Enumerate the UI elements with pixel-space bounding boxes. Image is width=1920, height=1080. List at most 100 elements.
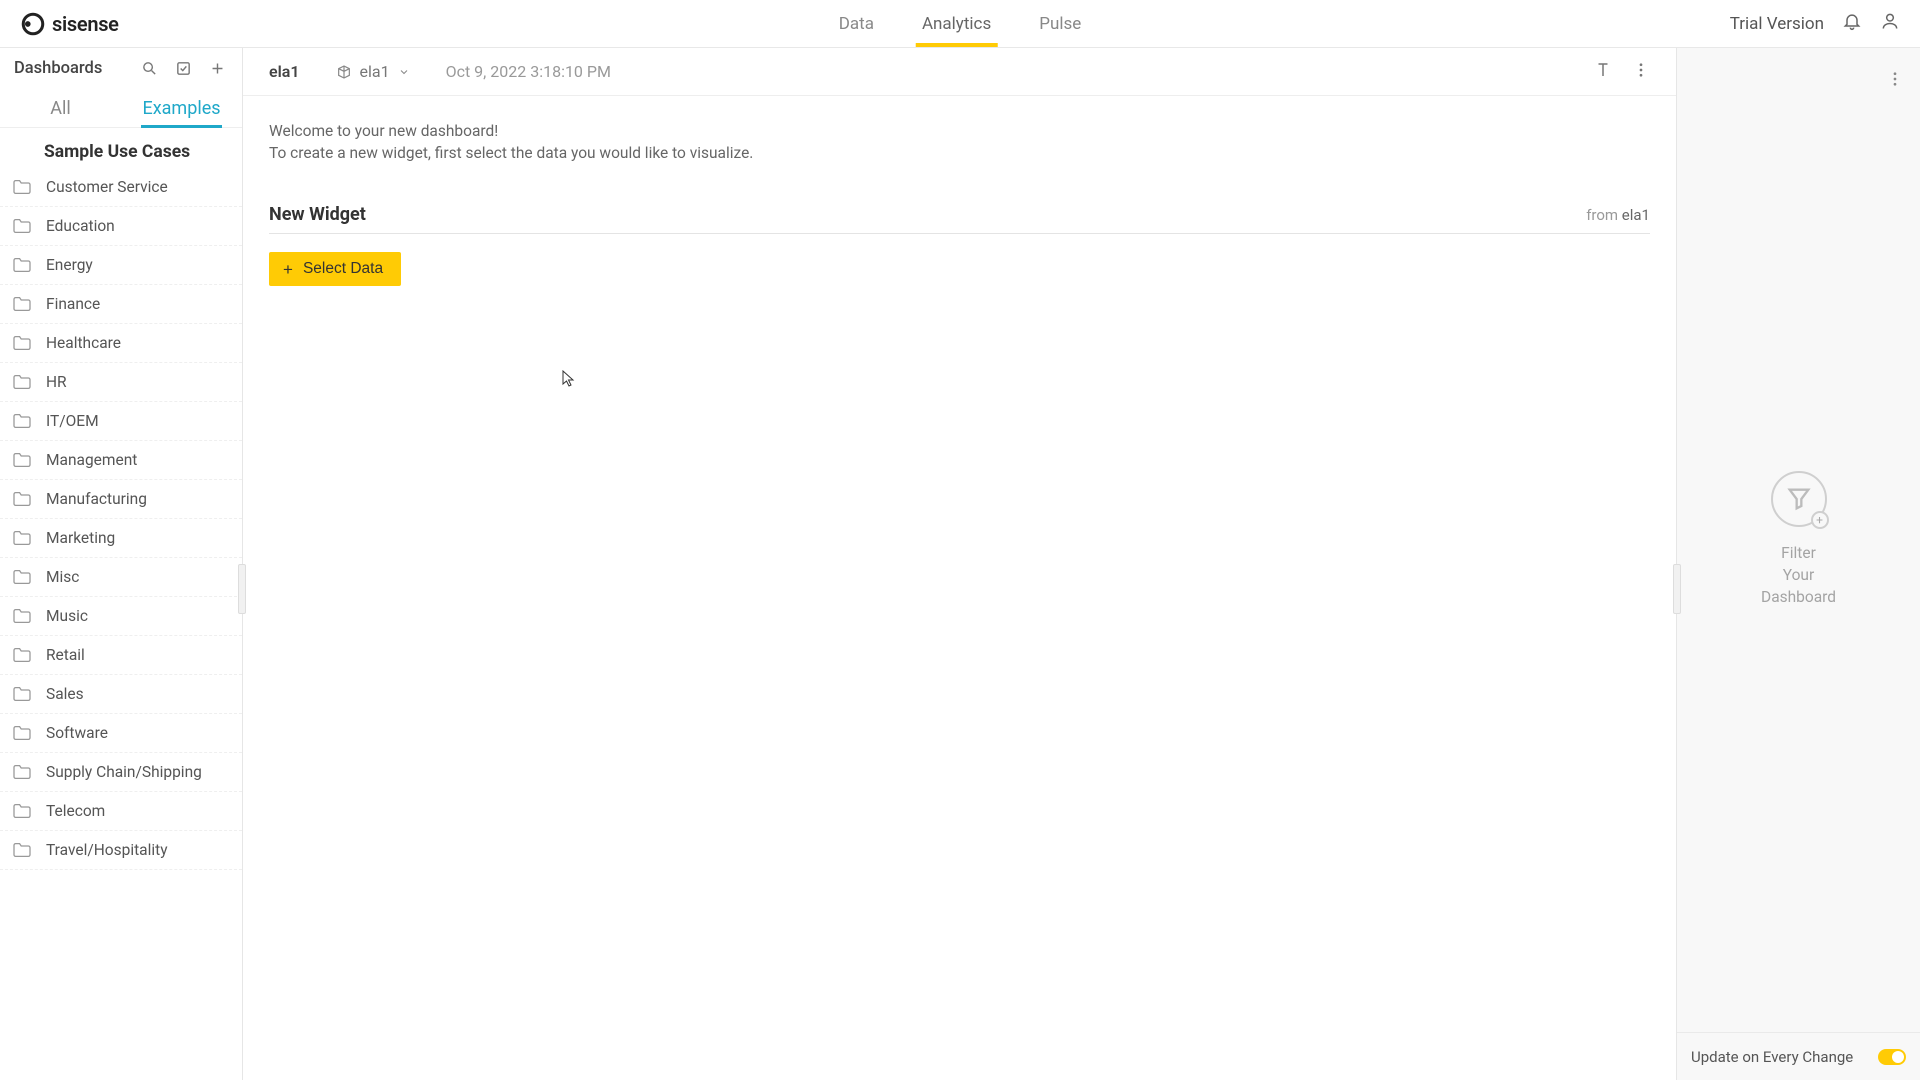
folder-item[interactable]: Manufacturing [0, 480, 242, 519]
add-filter-badge-icon: + [1811, 511, 1829, 529]
sidebar-tabs: All Examples [0, 89, 242, 128]
folder-icon [12, 803, 32, 819]
top-nav: sisense Data Analytics Pulse Trial Versi… [0, 0, 1920, 48]
folder-label: HR [46, 373, 67, 391]
folder-label: Software [46, 724, 108, 742]
main-content: ela1 ela1 Oct 9, 2022 3:18:10 PM Welcome… [243, 48, 1676, 1080]
folder-item[interactable]: Travel/Hospitality [0, 831, 242, 870]
sidebar-section-title: Sample Use Cases [0, 128, 242, 168]
folder-icon [12, 530, 32, 546]
widget-from-label: from [1586, 206, 1618, 224]
sidebar-header: Dashboards [0, 48, 242, 89]
sidebar-tab-all[interactable]: All [0, 89, 121, 127]
folder-label: Music [46, 607, 88, 625]
folder-item[interactable]: Retail [0, 636, 242, 675]
folder-item[interactable]: Misc [0, 558, 242, 597]
folder-icon [12, 179, 32, 195]
folder-icon [12, 725, 32, 741]
sidebar: Dashboards All Examples Sample Use Cases… [0, 48, 243, 1080]
folder-icon [12, 569, 32, 585]
user-icon[interactable] [1880, 11, 1900, 36]
folder-icon [12, 413, 32, 429]
filter-footer: Update on Every Change [1677, 1032, 1920, 1080]
select-data-button[interactable]: + Select Data [269, 252, 401, 286]
add-dashboard-icon[interactable] [206, 58, 228, 80]
folder-label: Marketing [46, 529, 115, 547]
folder-item[interactable]: Customer Service [0, 168, 242, 207]
folder-icon [12, 257, 32, 273]
folder-item[interactable]: Marketing [0, 519, 242, 558]
widget-from: from ela1 [1586, 206, 1650, 224]
folder-label: Management [46, 451, 137, 469]
funnel-icon: + [1771, 471, 1827, 527]
folder-icon [12, 842, 32, 858]
folder-item[interactable]: Energy [0, 246, 242, 285]
folder-icon [12, 647, 32, 663]
folder-list: Customer Service Education Energy Finance He… [0, 168, 242, 1080]
folder-icon [12, 764, 32, 780]
filter-panel-splitter[interactable] [1673, 564, 1681, 614]
dashboard-timestamp: Oct 9, 2022 3:18:10 PM [446, 62, 611, 81]
notifications-icon[interactable] [1842, 11, 1862, 36]
datasource-name: ela1 [360, 62, 390, 81]
folder-item[interactable]: Finance [0, 285, 242, 324]
brand-logo[interactable]: sisense [20, 11, 119, 37]
folder-item[interactable]: IT/OEM [0, 402, 242, 441]
folder-label: IT/OEM [46, 412, 99, 430]
welcome-title: Welcome to your new dashboard! [269, 122, 1650, 140]
folder-label: Finance [46, 295, 100, 313]
folder-label: Energy [46, 256, 93, 274]
tab-data[interactable]: Data [839, 0, 874, 47]
datasource-selector[interactable]: ela1 [336, 62, 410, 81]
sidebar-tab-examples[interactable]: Examples [121, 89, 242, 127]
search-icon[interactable] [138, 58, 160, 80]
folder-label: Sales [46, 685, 84, 703]
filter-empty-state[interactable]: + Filter Your Dashboard [1677, 48, 1920, 1032]
tab-pulse[interactable]: Pulse [1039, 0, 1081, 47]
folder-label: Supply Chain/Shipping [46, 763, 202, 781]
dashboard-name: ela1 [269, 62, 300, 81]
folder-label: Customer Service [46, 178, 168, 196]
filter-text-line1: Filter [1781, 543, 1816, 565]
dashboard-body: Welcome to your new dashboard! To create… [243, 96, 1676, 1080]
dashboard-menu-icon[interactable] [1632, 61, 1650, 83]
folder-icon [12, 218, 32, 234]
tab-analytics[interactable]: Analytics [922, 0, 991, 47]
folder-icon [12, 335, 32, 351]
folder-item[interactable]: HR [0, 363, 242, 402]
folder-icon [12, 608, 32, 624]
chevron-down-icon [398, 66, 410, 78]
sidebar-title: Dashboards [14, 59, 126, 78]
filter-panel-menu-icon[interactable] [1886, 70, 1904, 92]
filter-panel: + Filter Your Dashboard Update on Every … [1676, 48, 1920, 1080]
folder-label: Education [46, 217, 115, 235]
folder-item[interactable]: Software [0, 714, 242, 753]
widget-title: New Widget [269, 204, 366, 225]
cursor-icon [562, 370, 576, 388]
widget-from-source: ela1 [1622, 206, 1650, 224]
main-tabs: Data Analytics Pulse [839, 0, 1082, 47]
folder-icon [12, 452, 32, 468]
folder-item[interactable]: Healthcare [0, 324, 242, 363]
text-mode-icon[interactable] [1594, 61, 1612, 83]
filter-text-line2: Your [1783, 565, 1814, 587]
select-data-label: Select Data [303, 260, 383, 278]
folder-item[interactable]: Education [0, 207, 242, 246]
folder-item[interactable]: Management [0, 441, 242, 480]
folder-label: Telecom [46, 802, 105, 820]
folder-item[interactable]: Music [0, 597, 242, 636]
update-on-change-toggle[interactable] [1878, 1049, 1906, 1065]
folder-item[interactable]: Sales [0, 675, 242, 714]
folder-item[interactable]: Supply Chain/Shipping [0, 753, 242, 792]
brand-logo-icon [20, 11, 46, 37]
folder-label: Misc [46, 568, 79, 586]
folder-item[interactable]: Telecom [0, 792, 242, 831]
widget-header: New Widget from ela1 [269, 204, 1650, 234]
update-on-change-label: Update on Every Change [1691, 1048, 1853, 1066]
folder-label: Manufacturing [46, 490, 147, 508]
welcome-subtitle: To create a new widget, first select the… [269, 144, 1650, 162]
folder-label: Travel/Hospitality [46, 841, 168, 859]
cube-icon [336, 64, 352, 80]
select-icon[interactable] [172, 58, 194, 80]
dashboard-header: ela1 ela1 Oct 9, 2022 3:18:10 PM [243, 48, 1676, 96]
